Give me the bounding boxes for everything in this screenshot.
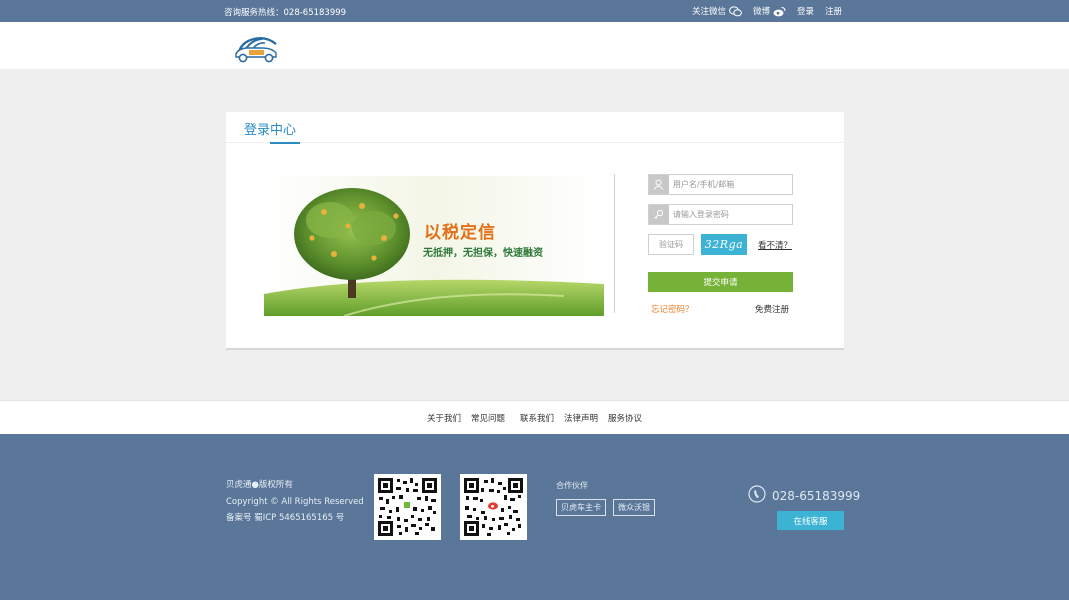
online-service-button[interactable]: 在线客服 [777, 511, 844, 530]
login-link[interactable]: 登录 [797, 5, 814, 17]
weibo-link[interactable]: 微博 [753, 5, 786, 17]
login-form: 32Rga 看不清？ 提交申请 忘记密码？ 免费注册 [648, 174, 793, 315]
header [0, 22, 1069, 69]
weibo-icon [773, 6, 786, 17]
top-bar-links: 关注微信 微博 登录 注册 [692, 5, 842, 17]
banner-subline: 无抵押，无担保，快速融资 [423, 248, 543, 259]
username-row [648, 174, 793, 195]
captcha-image[interactable]: 32Rga [701, 234, 747, 255]
phone-icon [748, 485, 766, 506]
wechat-qr-code [374, 474, 441, 540]
copyright-line-2: Copyright © All Rights Reserved [226, 496, 364, 507]
phone-number: 028-65183999 [772, 488, 861, 503]
follow-wechat-link[interactable]: 关注微信 [692, 5, 742, 17]
footer-link-legal[interactable]: 法律声明 [564, 412, 598, 424]
login-panel: 登录中心 以税定信 无抵押，无担保，快速融资 用户名/手机/邮箱 验证码 32R… [226, 112, 844, 350]
site-footer: 贝虎通●版权所有 Copyright © All Rights Reserved… [0, 434, 1069, 600]
user-icon [649, 175, 669, 194]
footer-link-contact[interactable]: 联系我们 [520, 412, 554, 424]
partners-block: 合作伙伴 贝虎车主卡 微众沃银 [556, 480, 655, 516]
weibo-label: 微博 [752, 7, 770, 17]
free-register-link[interactable]: 免费注册 [755, 303, 789, 315]
hotline-text: 咨询服务热线：028-65183999 [224, 8, 347, 18]
promo-banner: 以税定信 无抵押，无担保，快速融资 [264, 176, 604, 316]
lock-icon [649, 205, 669, 224]
password-input[interactable] [668, 205, 792, 224]
footer-link-about[interactable]: 关于我们 [427, 412, 461, 424]
qr-code-icon [377, 477, 438, 537]
password-row [648, 204, 793, 225]
weibo-qr-code [460, 474, 527, 540]
partner-link[interactable]: 微众沃银 [613, 499, 655, 516]
panel-header: 登录中心 [226, 112, 844, 144]
submit-button[interactable]: 提交申请 [648, 272, 793, 292]
copyright-line-1: 贝虎通●版权所有 [226, 480, 293, 490]
title-underline [270, 142, 300, 144]
partners-title: 合作伙伴 [556, 481, 588, 490]
forgot-password-link[interactable]: 忘记密码？ [651, 303, 694, 315]
form-links: 忘记密码？ 免费注册 [648, 303, 793, 315]
footer-link-faq[interactable]: 常见问题 [471, 412, 505, 424]
footer-links: 关于我们 常见问题 联系我们 法律声明 服务协议 [0, 400, 1069, 434]
contact-phone: 028-65183999 [748, 485, 860, 506]
register-link-top[interactable]: 注册 [825, 5, 842, 17]
partner-link[interactable]: 贝虎车主卡 [556, 499, 606, 516]
site-logo[interactable] [232, 30, 280, 64]
banner-headline: 以税定信 [424, 223, 496, 243]
captcha-input[interactable] [648, 234, 694, 255]
icp-line: 备案号 蜀ICP 5465165165 号 [226, 513, 345, 523]
page-title: 登录中心 [244, 123, 297, 138]
qr-code-icon [463, 477, 524, 537]
refresh-captcha-link[interactable]: 看不清？ [758, 239, 792, 251]
copyright-block: 贝虎通●版权所有 Copyright © All Rights Reserved… [226, 477, 364, 527]
follow-wechat-label: 关注微信 [691, 7, 726, 17]
username-input[interactable] [668, 175, 792, 194]
partners-list: 贝虎车主卡 微众沃银 [556, 499, 655, 516]
captcha-row: 32Rga 看不清？ [648, 234, 793, 255]
wechat-icon [728, 5, 742, 17]
footer-link-agreement[interactable]: 服务协议 [608, 412, 642, 424]
panel-divider [614, 174, 615, 313]
top-bar: 咨询服务热线：028-65183999 关注微信 微博 登录 注册 [0, 0, 1069, 22]
